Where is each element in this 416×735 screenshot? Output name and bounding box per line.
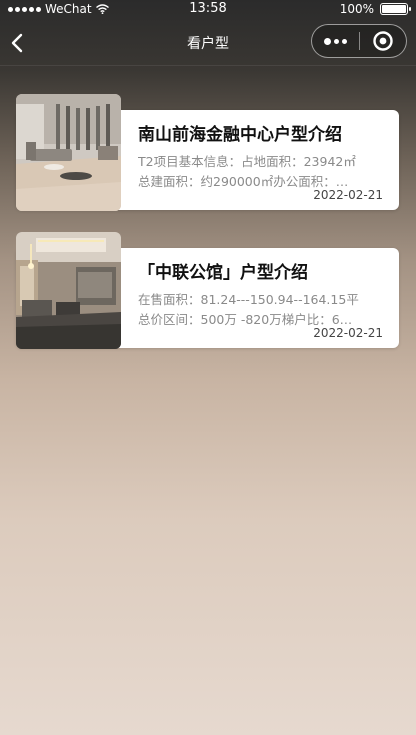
page-title: 看户型 <box>187 35 229 52</box>
card-summary-line-1: T2项目基本信息：占地面积：23942㎡ <box>138 154 356 169</box>
card-date: 2022-02-21 <box>313 188 383 202</box>
status-right: 100% <box>339 2 411 16</box>
card-title: 「中联公馆」户型介绍 <box>138 263 308 283</box>
card-thumbnail-image <box>16 232 121 349</box>
battery-icon <box>380 3 411 15</box>
nav-bar: 看户型 <box>0 20 416 66</box>
back-button[interactable] <box>8 30 30 56</box>
more-dots-icon <box>324 37 331 45</box>
status-bar: WeChat 13:58 100% <box>0 0 416 18</box>
card-title: 南山前海金融中心户型介绍 <box>138 125 342 145</box>
card-date: 2022-02-21 <box>313 326 383 340</box>
card-summary-line-1: 在售面积：81.24---150.94--164.15平 <box>138 292 359 307</box>
chevron-left-icon <box>11 33 23 53</box>
target-icon <box>373 31 393 51</box>
mini-program-capsule <box>311 24 407 58</box>
close-button[interactable] <box>360 25 406 57</box>
battery-percent: 100% <box>339 2 374 16</box>
layout-card[interactable]: 南山前海金融中心户型介绍 T2项目基本信息：占地面积：23942㎡ 总建面积：约… <box>16 94 399 212</box>
more-button[interactable] <box>312 25 359 57</box>
card-thumbnail-image <box>16 94 121 211</box>
layout-card[interactable]: 「中联公馆」户型介绍 在售面积：81.24---150.94--164.15平 … <box>16 232 399 350</box>
